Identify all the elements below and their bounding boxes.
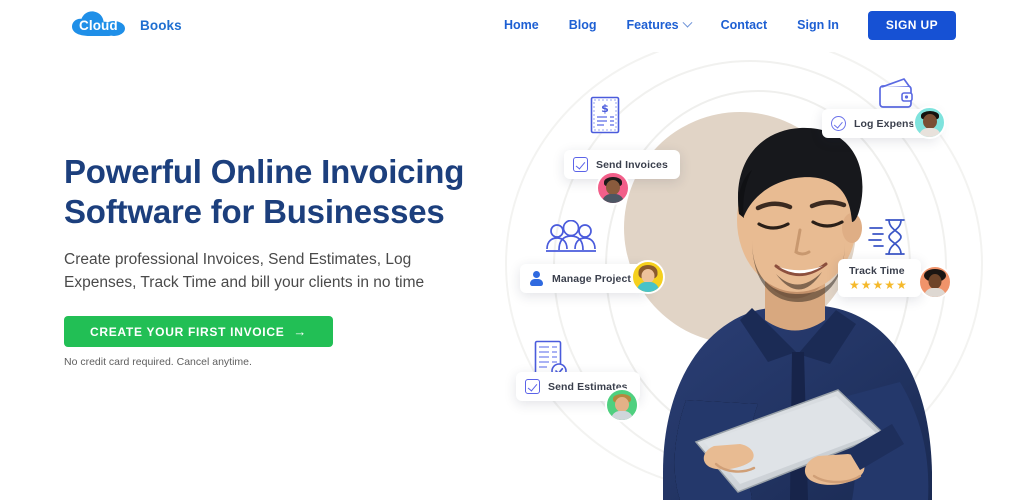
cta-label: CREATE YOUR FIRST INVOICE <box>90 324 285 339</box>
invoice-document-icon: $ <box>590 96 620 139</box>
nav-item-contact[interactable]: Contact <box>706 8 783 42</box>
create-first-invoice-button[interactable]: CREATE YOUR FIRST INVOICE → <box>64 316 334 347</box>
star-icon: ★ <box>896 278 907 292</box>
arrow-right-icon: → <box>293 324 308 339</box>
avatar-track-time <box>918 265 952 299</box>
hourglass-icon <box>868 216 908 263</box>
landing-page: Cloud Books Home Blog Features Contact S… <box>0 0 1024 500</box>
main-navigation: Home Blog Features Contact Sign In SIGN … <box>489 8 956 42</box>
nav-item-contact-label: Contact <box>720 18 768 32</box>
svg-text:$: $ <box>601 102 609 115</box>
headline-line-2: Software for Businesses <box>64 193 445 230</box>
chevron-down-icon <box>682 17 693 28</box>
page-title: Powerful Online Invoicing Software for B… <box>64 152 494 232</box>
avatar-send-estimates <box>605 388 639 422</box>
cta-fineprint: No credit card required. Cancel anytime. <box>64 356 252 368</box>
avatar-send-invoices <box>596 171 630 205</box>
checkbox-checked-icon <box>525 379 540 394</box>
avatar-log-expenses <box>913 106 946 139</box>
hero-copy: Powerful Online Invoicing Software for B… <box>64 152 494 368</box>
feature-card-track-time[interactable]: Track Time ★ ★ ★ ★ ★ <box>838 259 921 297</box>
nav-item-home[interactable]: Home <box>489 8 554 42</box>
checkbox-checked-icon <box>573 157 588 172</box>
brand-cloud-label: Cloud <box>79 18 118 33</box>
feature-card-send-invoices-label: Send Invoices <box>596 158 668 171</box>
nav-item-features[interactable]: Features <box>612 8 706 42</box>
star-icon: ★ <box>849 278 860 292</box>
brand-books-label: Books <box>140 17 182 33</box>
team-group-icon <box>544 219 598 261</box>
feature-card-manage-projects-label: Manage Projects <box>552 272 637 285</box>
sign-up-button[interactable]: SIGN UP <box>867 10 956 40</box>
nav-item-home-label: Home <box>504 18 539 32</box>
circle-check-icon <box>831 116 846 131</box>
site-header: Cloud Books Home Blog Features Contact S… <box>0 0 1024 52</box>
star-icon: ★ <box>872 278 884 292</box>
nav-item-blog-label: Blog <box>568 18 597 32</box>
nav-item-blog[interactable]: Blog <box>554 8 612 42</box>
feature-card-manage-projects[interactable]: Manage Projects <box>520 264 649 293</box>
nav-item-sign-in-label: Sign In <box>797 18 839 32</box>
person-icon <box>529 271 544 286</box>
cloud-icon: Cloud <box>68 10 146 40</box>
nav-item-sign-in[interactable]: Sign In <box>782 8 854 42</box>
feature-card-track-time-label: Track Time <box>849 265 905 277</box>
brand-logo[interactable]: Cloud Books <box>68 9 182 41</box>
headline-line-1: Powerful Online Invoicing <box>64 153 465 190</box>
star-icon: ★ <box>860 278 872 292</box>
hero-subheadline: Create professional Invoices, Send Estim… <box>64 251 425 291</box>
hero-illustration: $ Send Invoices Log Expenses Manage Proj… <box>500 52 1024 500</box>
avatar-manage-projects <box>631 260 665 294</box>
stars-icon: ★ ★ ★ ★ ★ <box>849 278 907 292</box>
nav-item-features-label: Features <box>626 18 679 32</box>
star-icon: ★ <box>884 278 896 292</box>
